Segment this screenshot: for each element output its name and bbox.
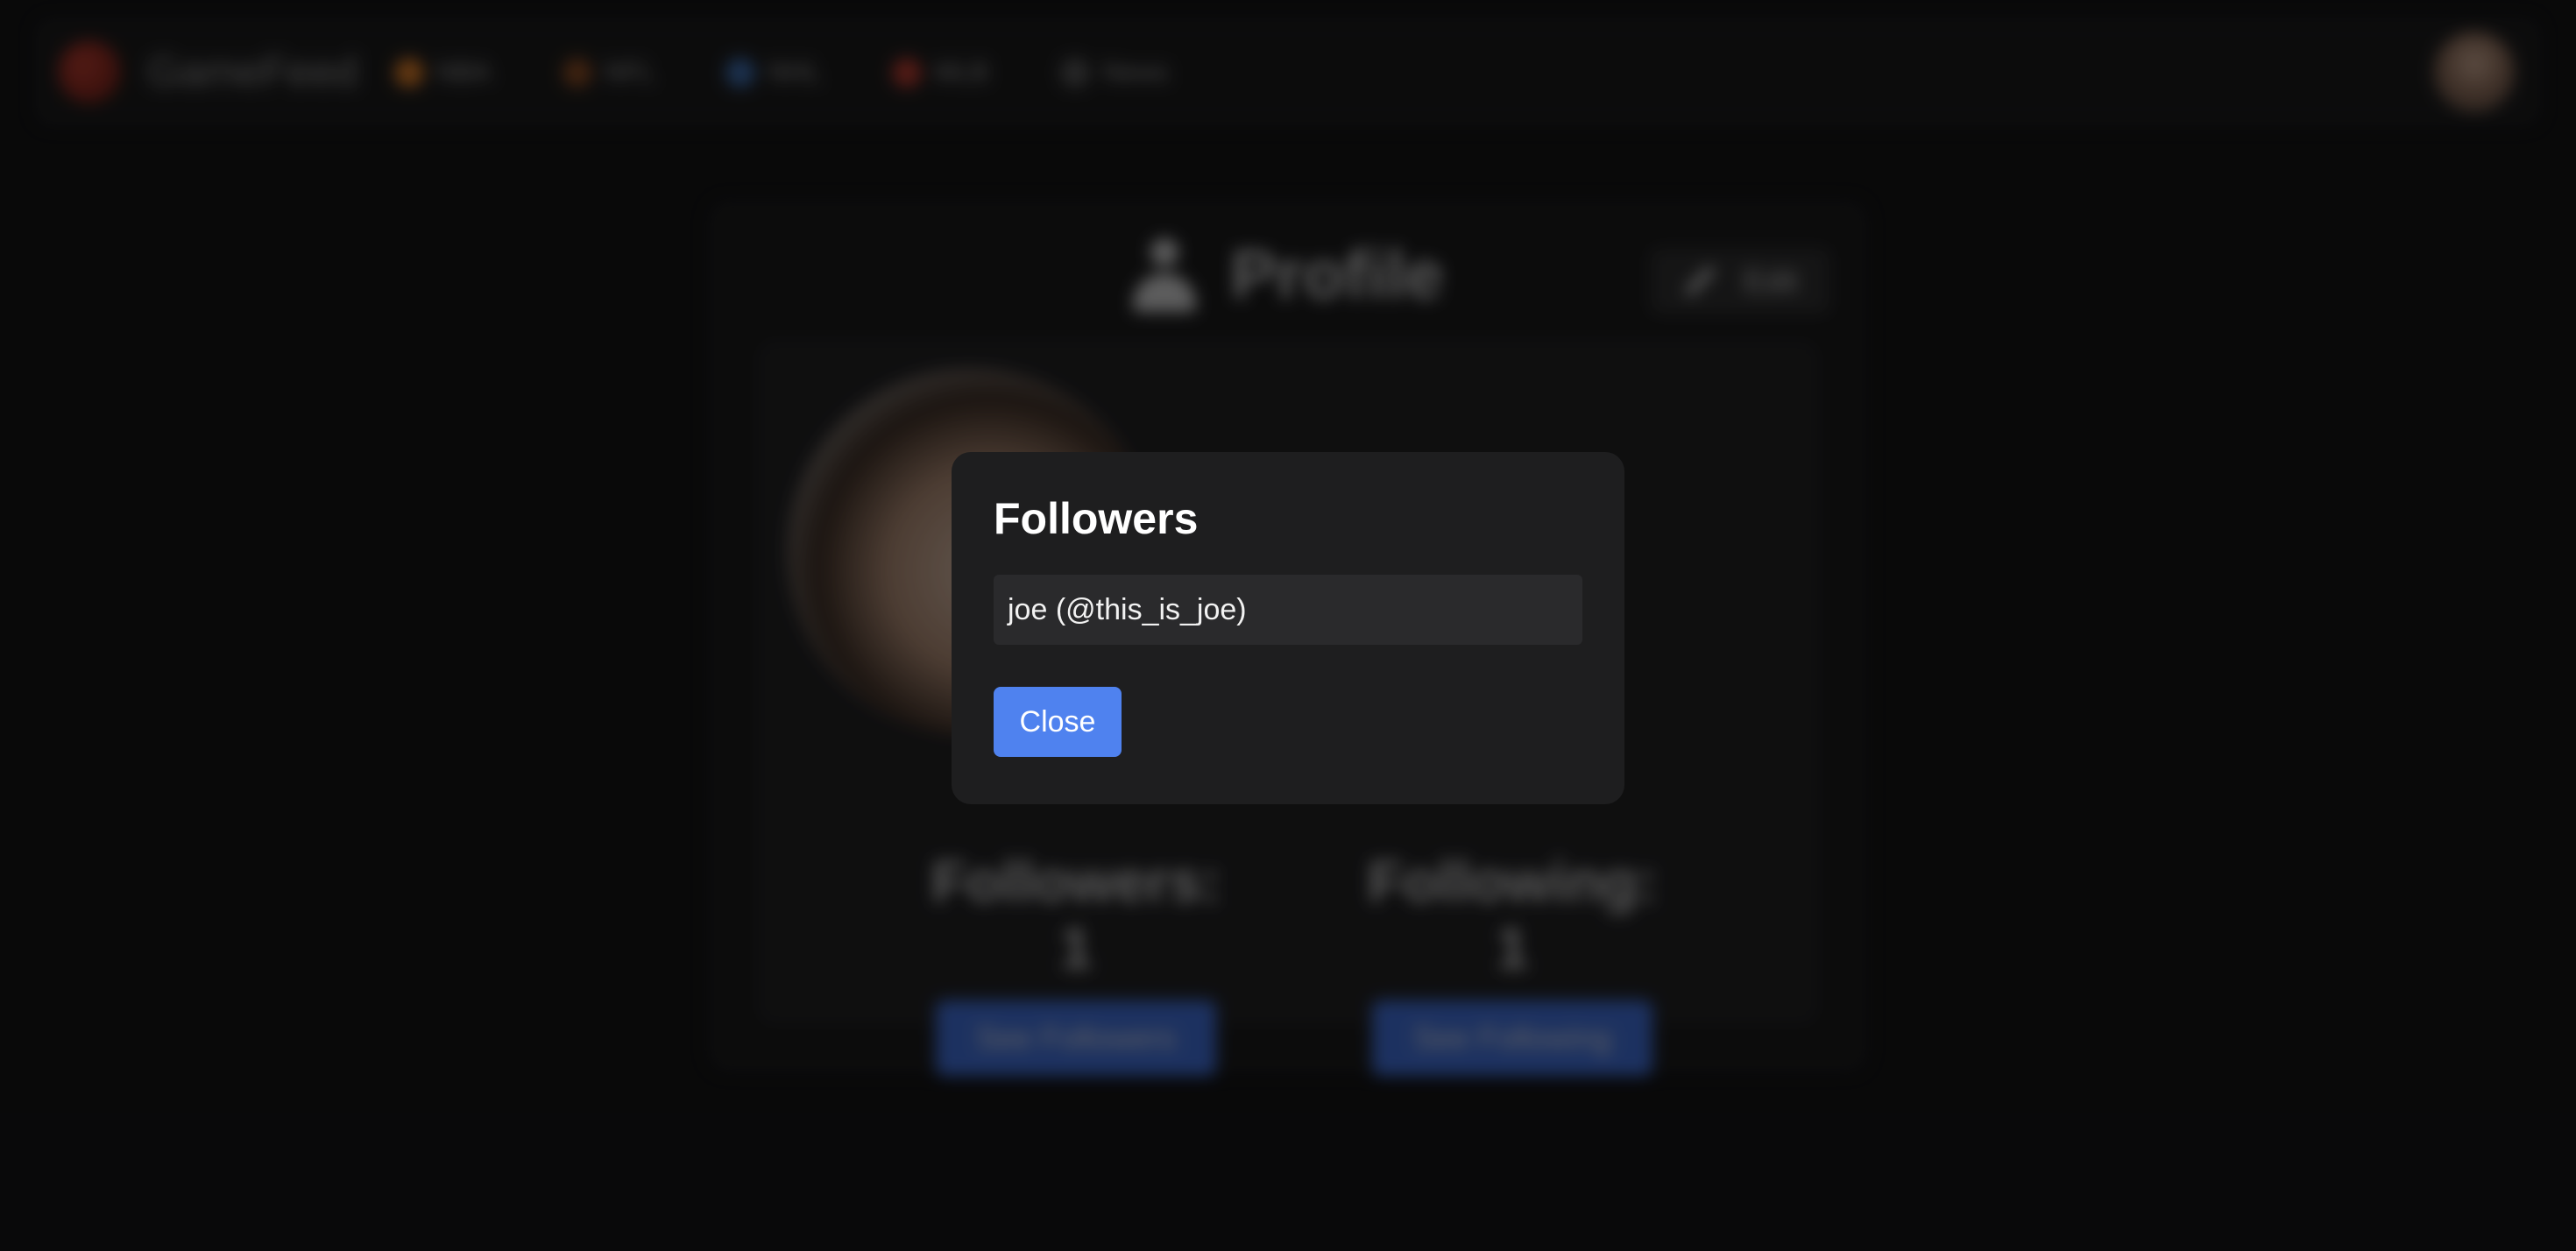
follower-list-item[interactable]: joe (@this_is_joe)	[994, 575, 1582, 645]
close-button[interactable]: Close	[994, 687, 1122, 757]
followers-modal: Followers joe (@this_is_joe) Close	[952, 452, 1624, 804]
modal-title: Followers	[994, 494, 1199, 543]
